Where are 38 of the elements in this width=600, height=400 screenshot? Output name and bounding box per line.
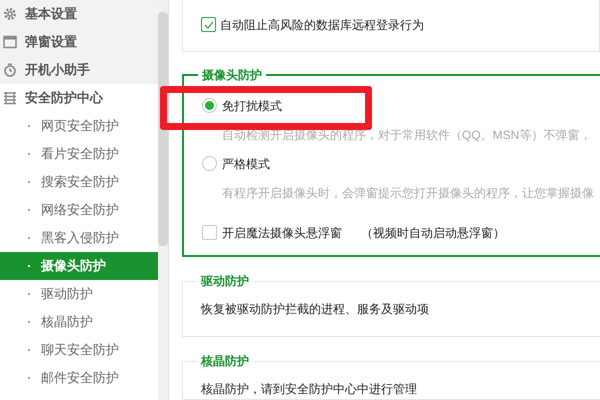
sidebar-item-label: 基本设置 xyxy=(25,5,77,24)
radio-label: 免打扰模式 xyxy=(222,98,282,115)
scrollbar-track[interactable] xyxy=(158,0,168,400)
mode-description: 有程序开启摄像头时，会弹窗提示您打开摄像头的程序，让您掌握摄像 xyxy=(221,184,595,202)
list-icon xyxy=(3,91,17,105)
checkbox[interactable] xyxy=(202,225,217,240)
radio-button[interactable] xyxy=(202,156,217,172)
section-title: 摄像头防护 xyxy=(198,66,266,83)
sidebar-subitem[interactable]: 黑客入侵防护 xyxy=(0,224,158,252)
section-text: 核晶防护，请到安全防护中心中进行管理 xyxy=(201,382,417,396)
sidebar-item-label: 弹窗设置 xyxy=(25,33,77,52)
sidebar-subitem[interactable]: 邮件安全防护 xyxy=(0,364,158,392)
sidebar-subitem[interactable]: 聊天安全防护 xyxy=(0,336,158,364)
check-icon xyxy=(204,20,214,29)
sidebar-subitem[interactable]: 核晶防护 xyxy=(0,308,158,336)
section-title: 驱动防护 xyxy=(197,273,253,289)
sidebar-subitem[interactable]: 驱动防护 xyxy=(0,280,158,308)
section-text: 恢复被驱动防护拦截的进程、服务及驱动项 xyxy=(201,302,429,316)
radio-label: 严格模式 xyxy=(222,156,270,173)
stopwatch-icon xyxy=(3,63,17,77)
sidebar-subitem[interactable]: 摄像头防护 xyxy=(0,252,158,280)
sidebar-subitem[interactable]: 网页安全防护 xyxy=(0,112,158,140)
sidebar-subitem[interactable]: 网络安全防护 xyxy=(0,196,158,224)
settings-icon xyxy=(3,7,17,21)
window-icon xyxy=(3,35,17,49)
sidebar-subitem[interactable]: 搜索安全防护 xyxy=(0,168,158,196)
option-label: 自动阻止高风险的数据库远程登录行为 xyxy=(220,16,424,34)
sidebar-item[interactable]: 弹窗设置 xyxy=(0,28,158,56)
option-label: 开启魔法摄像头悬浮窗 xyxy=(222,224,342,242)
radio-button[interactable] xyxy=(202,98,217,114)
section-title: 核晶防护 xyxy=(197,352,253,369)
option-note: （视频时自动启动悬浮窗） xyxy=(361,224,505,242)
sidebar-item[interactable]: 开机小助手 xyxy=(0,56,158,84)
sidebar-item[interactable]: 基本设置 xyxy=(0,0,158,28)
sidebar-item-label: 安全防护中心 xyxy=(25,89,103,108)
sidebar-subitem[interactable]: 看片安全防护 xyxy=(0,140,158,168)
checkbox[interactable] xyxy=(201,17,216,32)
sidebar-item-label: 开机小助手 xyxy=(25,61,90,80)
